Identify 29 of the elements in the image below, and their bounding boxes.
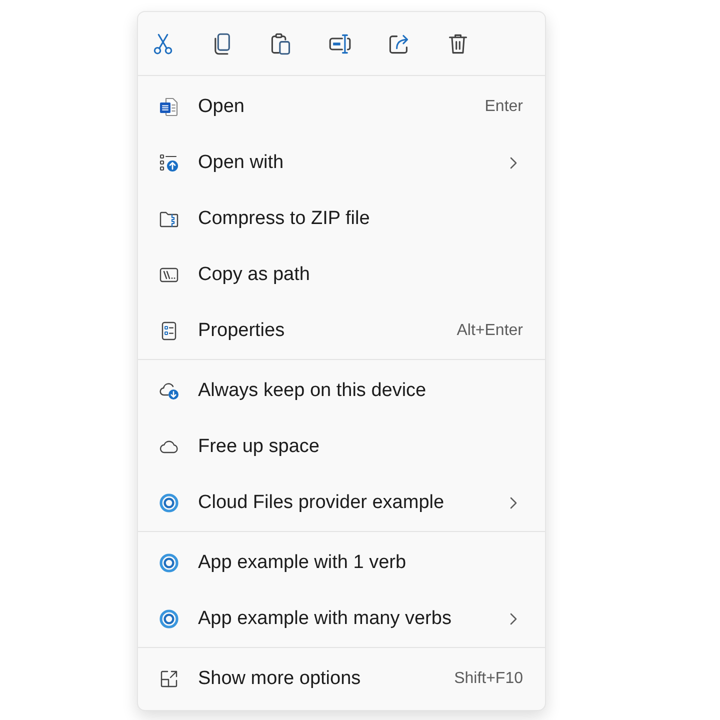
menu-item[interactable]: App example with many verbs (142, 591, 541, 647)
ring-icon (159, 553, 179, 573)
menu-item[interactable]: Show more options Shift+F10 (142, 651, 541, 707)
document-icon (159, 97, 179, 117)
scissors-icon (152, 32, 174, 54)
open-window-icon (159, 669, 179, 689)
keyboard-shortcut: Alt+Enter (456, 321, 523, 341)
menu-item[interactable]: Compress to ZIP file (142, 191, 541, 247)
menu-item[interactable]: Properties Alt+Enter (142, 303, 541, 359)
keyboard-shortcut: Enter (484, 97, 523, 117)
trash-icon (447, 32, 469, 54)
keyboard-shortcut: Shift+F10 (454, 669, 523, 689)
ring-icon (159, 609, 179, 629)
path-icon (159, 265, 179, 285)
menu-item[interactable]: Cloud Files provider example (142, 475, 541, 531)
menu-item[interactable]: Open Enter (142, 79, 541, 135)
menu-item[interactable]: Free up space (142, 419, 541, 475)
cloud-download-icon (159, 381, 179, 401)
menu-item[interactable]: Always keep on this device (142, 363, 541, 419)
properties-icon (159, 321, 179, 341)
zipped-folder-icon (159, 209, 179, 229)
share-icon (388, 32, 410, 54)
menu-item[interactable]: Copy as path (142, 247, 541, 303)
rename-icon (329, 32, 351, 54)
ring-icon (159, 493, 179, 513)
clipboard-icon (270, 32, 292, 54)
app-list-icon (159, 153, 179, 173)
menu-item[interactable]: App example with 1 verb (142, 535, 541, 591)
menu-item[interactable]: Open with (142, 135, 541, 191)
